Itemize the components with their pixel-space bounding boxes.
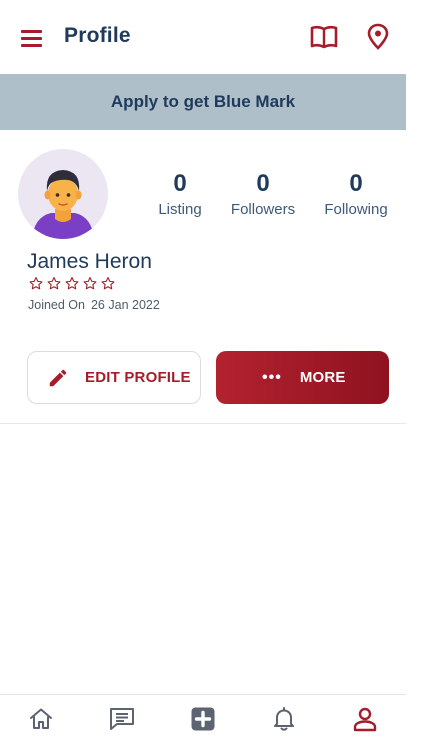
top-bar: Profile <box>0 0 406 74</box>
section-divider <box>0 423 406 424</box>
followers-count: 0 <box>256 170 270 197</box>
followers-label: Followers <box>230 201 296 218</box>
add-icon[interactable] <box>189 705 217 733</box>
star-icon <box>83 277 97 290</box>
pencil-icon <box>49 369 67 386</box>
more-button[interactable]: ••• MORE <box>216 351 389 404</box>
rating-stars <box>28 276 116 291</box>
joined-label: Joined On <box>28 298 85 312</box>
blue-mark-banner[interactable]: Apply to get Blue Mark <box>0 74 406 130</box>
bottom-nav <box>0 694 406 751</box>
page-title: Profile <box>64 24 131 47</box>
following-count: 0 <box>349 170 363 197</box>
user-icon[interactable] <box>351 705 379 733</box>
chat-icon[interactable] <box>108 705 136 733</box>
location-pin-icon[interactable] <box>366 23 390 51</box>
user-name: James Heron <box>27 250 152 273</box>
edit-profile-label: EDIT PROFILE <box>85 369 191 386</box>
joined-date: 26 Jan 2022 <box>90 298 160 312</box>
star-icon <box>47 277 61 290</box>
more-label: MORE <box>299 369 346 386</box>
joined-info: Joined On 26 Jan 2022 <box>28 298 160 312</box>
listing-label: Listing <box>158 201 202 218</box>
user-avatar-illustration <box>32 170 94 239</box>
star-icon <box>65 277 79 290</box>
bell-icon[interactable] <box>270 705 298 733</box>
avatar[interactable] <box>18 149 108 239</box>
book-icon[interactable] <box>310 24 338 50</box>
stat-listing[interactable]: 0 Listing <box>135 170 225 220</box>
stat-following[interactable]: 0 Following <box>311 170 401 220</box>
star-icon <box>101 277 115 290</box>
star-icon <box>29 277 43 290</box>
home-icon[interactable] <box>27 705 55 733</box>
following-label: Following <box>324 201 388 218</box>
more-dots-icon: ••• <box>262 368 282 386</box>
blue-mark-banner-text: Apply to get Blue Mark <box>110 92 296 111</box>
edit-profile-button[interactable]: EDIT PROFILE <box>27 351 201 404</box>
profile-screen: Profile Apply to get Blue Mark 0 Listing… <box>0 0 406 751</box>
stat-followers[interactable]: 0 Followers <box>218 170 308 220</box>
listing-count: 0 <box>173 170 187 197</box>
menu-icon[interactable] <box>20 28 44 48</box>
